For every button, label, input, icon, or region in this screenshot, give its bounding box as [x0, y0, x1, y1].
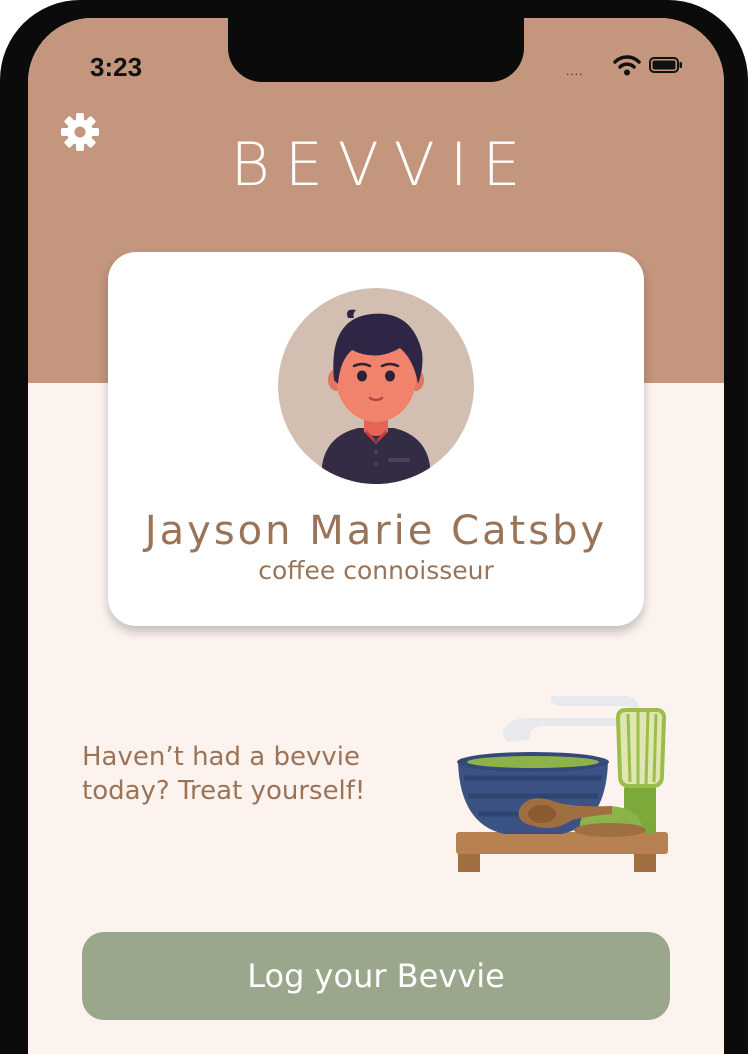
signal-indicator: .... [566, 64, 584, 78]
profile-name: Jayson Marie Catsby [144, 508, 608, 554]
battery-icon [649, 57, 682, 73]
status-time: 3:23 [90, 52, 143, 82]
app-title: BEVVIE [230, 130, 536, 200]
app-screen: 3:23 .... BEVVIE Jayson Marie Catsby cof… [28, 18, 724, 1054]
profile-tagline: coffee connoisseur [258, 556, 494, 585]
avatar [278, 288, 474, 484]
matcha-set-illustration [456, 696, 668, 872]
wifi-icon [613, 55, 641, 76]
log-bevvie-button[interactable]: Log your Bevvie [82, 932, 670, 1020]
phone-frame: 3:23 .... BEVVIE Jayson Marie Catsby cof… [0, 0, 748, 1054]
profile-card: Jayson Marie Catsby coffee connoisseur [108, 252, 644, 626]
promo-text: Haven’t had a bevvie today? Treat yourse… [82, 742, 366, 806]
device-notch [228, 18, 524, 82]
